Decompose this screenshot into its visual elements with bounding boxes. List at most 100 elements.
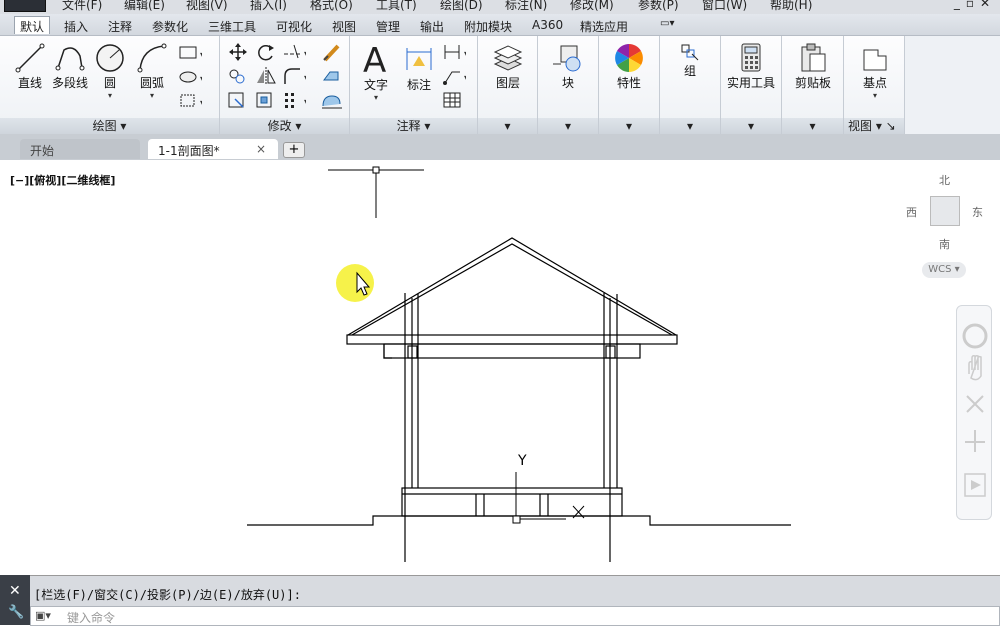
polyline-tool[interactable]: 多段线 (50, 42, 90, 91)
wcs-menu[interactable]: WCS ▾ (922, 262, 966, 278)
tab-default[interactable]: 默认 (14, 16, 51, 34)
command-input[interactable]: ▣▾ 键入命令 (30, 606, 1000, 626)
annotate-panel-title[interactable]: 注释 ▾ (350, 118, 477, 134)
color-wheel-icon (615, 44, 643, 72)
array-icon[interactable]: ▾ (282, 90, 306, 110)
menu-tools[interactable]: 工具(T) (376, 0, 417, 13)
properties-tool[interactable]: 特性 (605, 42, 653, 91)
mirror-icon[interactable] (254, 66, 278, 86)
tab-insert[interactable]: 插入 (64, 17, 88, 35)
ribbon-minimize-icon[interactable]: ▭▾ (660, 17, 674, 35)
tab-featured-apps[interactable]: 精选应用 (580, 17, 628, 35)
move-icon[interactable] (226, 42, 250, 62)
block-panel-expand[interactable]: ▾ (538, 118, 598, 134)
draw-panel-title[interactable]: 绘图 ▾ (0, 118, 219, 134)
tab-drawing[interactable]: 1-1剖面图* × (148, 139, 278, 159)
trim-icon[interactable]: ▾ (282, 42, 306, 62)
view-panel: 基点 ▾ 视图 ▾ ↘ (844, 36, 905, 134)
command-prompt-icon[interactable]: ▣▾ (35, 609, 51, 622)
circle-dropdown-icon[interactable]: ▾ (92, 91, 128, 100)
dimension-tool[interactable]: 标注 (400, 42, 438, 93)
hatch-icon[interactable]: ▾ (178, 68, 202, 88)
menu-view[interactable]: 视图(V) (186, 0, 228, 13)
svg-text:▾: ▾ (200, 74, 202, 83)
clipboard-panel-expand[interactable]: ▾ (782, 118, 843, 134)
rectangle-icon[interactable]: ▾ (178, 44, 202, 64)
text-tool[interactable]: A 文字 ▾ (358, 42, 394, 102)
menu-parameters[interactable]: 参数(P) (638, 0, 679, 13)
tab-manage[interactable]: 管理 (376, 17, 400, 35)
rotate-icon[interactable] (254, 42, 278, 62)
linear-dimension-icon[interactable]: ▾ (442, 42, 466, 62)
scale-icon[interactable] (254, 90, 278, 110)
boundary-icon[interactable]: ▾ (178, 92, 202, 112)
drawing-canvas[interactable]: [−][俯视][二维线框] Y 北 西 东 南 WCS ▾ (0, 160, 1000, 575)
menu-dimension[interactable]: 标注(N) (505, 0, 547, 13)
erase-icon[interactable] (320, 42, 344, 62)
group-tool[interactable]: 组 (666, 42, 714, 79)
close-tab-icon[interactable]: × (256, 142, 266, 156)
explode-icon[interactable] (320, 66, 344, 86)
menu-modify[interactable]: 修改(M) (570, 0, 614, 13)
window-controls[interactable]: _▫✕ (954, 0, 996, 10)
view-panel-title[interactable]: 视图 ▾ ↘ (844, 118, 904, 134)
fillet-icon[interactable]: ▾ (282, 66, 306, 86)
menu-format[interactable]: 格式(O) (310, 0, 353, 13)
clipboard-tool[interactable]: 剪贴板 (788, 42, 838, 91)
tab-a360[interactable]: A360 (532, 17, 563, 35)
properties-panel-expand[interactable]: ▾ (599, 118, 659, 134)
modify-panel-title[interactable]: 修改 ▾ (220, 118, 349, 134)
block-label: 块 (561, 76, 574, 90)
stretch-icon[interactable] (226, 90, 250, 110)
leader-icon[interactable]: ▾ (442, 66, 466, 86)
circle-tool[interactable]: 圆 ▾ (92, 42, 128, 100)
copy-icon[interactable] (226, 66, 250, 86)
command-prompt: [栏选(F)/窗交(C)/投影(P)/边(E)/放弃(U)]: (34, 588, 301, 602)
arc-dropdown-icon[interactable]: ▾ (134, 91, 170, 100)
modify-panel: ▾ ▾ ▾ 修改 ▾ (220, 36, 350, 134)
layers-tool[interactable]: 图层 (484, 42, 532, 91)
menu-help[interactable]: 帮助(H) (770, 0, 812, 13)
tab-addins[interactable]: 附加模块 (464, 17, 512, 35)
close-command-icon[interactable]: ✕ (9, 583, 21, 599)
application-button[interactable] (4, 0, 46, 12)
menu-edit[interactable]: 编辑(E) (124, 0, 165, 13)
utilities-tool[interactable]: 实用工具 (723, 42, 779, 91)
arc-tool[interactable]: 圆弧 ▾ (134, 42, 170, 100)
menu-draw[interactable]: 绘图(D) (440, 0, 483, 13)
new-tab-button[interactable]: + (283, 142, 305, 158)
offset-icon[interactable] (320, 90, 344, 110)
tab-visualize[interactable]: 可视化 (276, 17, 312, 35)
utilities-label: 实用工具 (726, 76, 775, 90)
tab-annotate[interactable]: 注释 (108, 17, 132, 35)
group-panel-expand[interactable]: ▾ (660, 118, 720, 134)
text-dropdown-icon[interactable]: ▾ (358, 93, 394, 102)
layers-panel-expand[interactable]: ▾ (478, 118, 537, 134)
customize-wrench-icon[interactable]: 🔧 (8, 605, 24, 620)
line-tool[interactable]: 直线 (10, 42, 50, 91)
text-icon: A (363, 42, 386, 76)
tab-3d-tools[interactable]: 三维工具 (208, 17, 256, 35)
base-dropdown-icon[interactable]: ▾ (850, 91, 900, 100)
layers-icon (493, 45, 523, 71)
menu-insert[interactable]: 插入(I) (250, 0, 287, 13)
circle-icon (96, 44, 124, 72)
menu-window[interactable]: 窗口(W) (702, 0, 747, 13)
utilities-panel-expand[interactable]: ▾ (721, 118, 781, 134)
draw-panel: 直线 多段线 圆 ▾ 圆弧 ▾ ▾ ▾ ▾ 绘图 ▾ (0, 36, 220, 134)
menu-file[interactable]: 文件(F) (62, 0, 102, 13)
steering-wheel-icon (962, 323, 988, 349)
table-icon[interactable] (442, 90, 466, 110)
tab-output[interactable]: 输出 (420, 17, 444, 35)
document-tab-bar: 开始 1-1剖面图* × + (0, 134, 1000, 160)
crosshair-cursor (328, 166, 424, 218)
block-tool[interactable]: 块 (544, 42, 592, 91)
command-line: [栏选(F)/窗交(C)/投影(P)/边(E)/放弃(U)]: ▣▾ 键入命令 (0, 575, 1000, 626)
tab-parametric[interactable]: 参数化 (152, 17, 188, 35)
tab-view[interactable]: 视图 (332, 17, 356, 35)
viewcube-top-face[interactable] (930, 196, 960, 226)
tab-start[interactable]: 开始 (20, 139, 140, 159)
circle-label: 圆 (103, 76, 116, 90)
base-point-tool[interactable]: 基点 ▾ (850, 44, 900, 100)
viewcube[interactable]: 北 西 东 南 WCS ▾ (906, 172, 986, 282)
